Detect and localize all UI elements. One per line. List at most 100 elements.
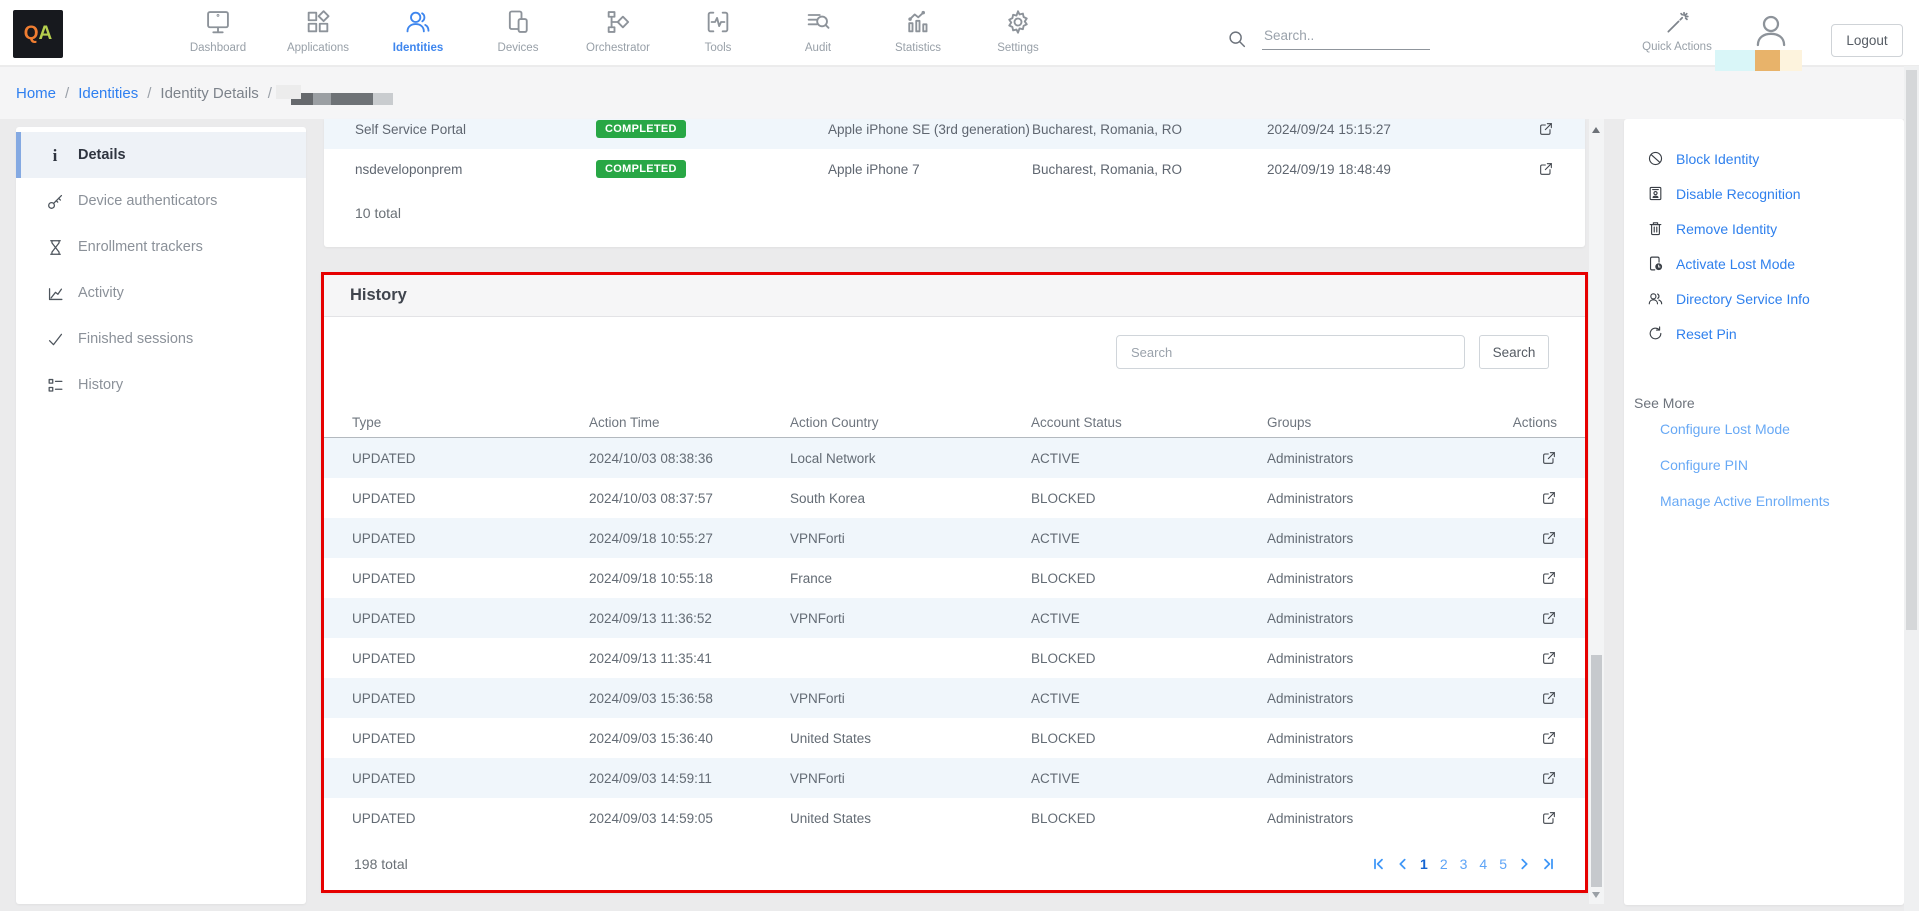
scroll-up-icon[interactable] <box>1592 127 1600 133</box>
open-history-entry-icon[interactable] <box>1541 690 1557 706</box>
session-time: 2024/09/19 18:48:49 <box>1267 162 1514 177</box>
open-history-entry-icon[interactable] <box>1541 650 1557 666</box>
history-row[interactable]: UPDATED 2024/09/03 14:59:11 VPNForti ACT… <box>324 758 1585 798</box>
block-identity-action[interactable]: Block Identity <box>1624 141 1904 176</box>
history-groups: Administrators <box>1267 451 1517 466</box>
configure-lost-mode-link[interactable]: Configure Lost Mode <box>1624 411 1904 447</box>
last-page-icon[interactable] <box>1542 857 1555 871</box>
nav-label: Tools <box>705 42 732 54</box>
action-label: Block Identity <box>1676 151 1759 167</box>
open-history-entry-icon[interactable] <box>1541 730 1557 746</box>
history-groups: Administrators <box>1267 651 1517 666</box>
open-history-entry-icon[interactable] <box>1541 610 1557 626</box>
audit-icon <box>804 8 832 36</box>
nav-item-tools[interactable]: Tools <box>668 8 768 54</box>
history-row[interactable]: UPDATED 2024/09/13 11:35:41 BLOCKED Admi… <box>324 638 1585 678</box>
directory-service-info-action[interactable]: Directory Service Info <box>1624 281 1904 316</box>
remove-identity-action[interactable]: Remove Identity <box>1624 211 1904 246</box>
sidebar-item-device-authenticators[interactable]: Device authenticators <box>16 178 306 224</box>
open-history-entry-icon[interactable] <box>1541 810 1557 826</box>
history-row[interactable]: UPDATED 2024/09/03 14:59:05 United State… <box>324 798 1585 838</box>
logout-button[interactable]: Logout <box>1831 24 1903 57</box>
nav-item-applications[interactable]: Applications <box>268 8 368 54</box>
nav-label: Orchestrator <box>586 42 650 54</box>
nav-item-identities[interactable]: Identities <box>368 8 468 54</box>
history-search-input[interactable] <box>1116 335 1465 369</box>
breadcrumb-identities-link[interactable]: Identities <box>78 85 138 102</box>
history-row[interactable]: UPDATED 2024/09/03 15:36:40 United State… <box>324 718 1585 758</box>
scroll-down-icon[interactable] <box>1592 892 1600 898</box>
open-session-icon[interactable] <box>1538 161 1554 177</box>
scrollbar-thumb[interactable] <box>1591 655 1602 887</box>
global-search-input[interactable] <box>1262 26 1430 50</box>
sidebar-item-enrollment-trackers[interactable]: Enrollment trackers <box>16 224 306 270</box>
sidebar-item-history[interactable]: History <box>16 362 306 408</box>
history-action-time: 2024/09/13 11:35:41 <box>589 651 790 666</box>
nav-item-statistics[interactable]: Statistics <box>868 8 968 54</box>
page-scrollbar[interactable] <box>1904 0 1919 911</box>
sidebar-item-activity[interactable]: Activity <box>16 270 306 316</box>
quick-actions[interactable]: Quick Actions <box>1617 10 1737 53</box>
configure-pin-link[interactable]: Configure PIN <box>1624 447 1904 483</box>
history-account-status: BLOCKED <box>1031 651 1267 666</box>
page-number[interactable]: 1 <box>1420 856 1428 872</box>
open-history-entry-icon[interactable] <box>1541 770 1557 786</box>
sidebar-item-label: Activity <box>78 285 124 301</box>
history-search-button[interactable]: Search <box>1479 335 1549 369</box>
manage-active-enrollments-link[interactable]: Manage Active Enrollments <box>1624 483 1904 519</box>
nav-item-devices[interactable]: Devices <box>468 8 568 54</box>
history-account-status: BLOCKED <box>1031 731 1267 746</box>
devices-icon <box>504 8 532 36</box>
activate-lost-mode-action[interactable]: Activate Lost Mode <box>1624 246 1904 281</box>
session-row[interactable]: nsdeveloponprem COMPLETED Apple iPhone 7… <box>324 149 1585 189</box>
open-history-entry-icon[interactable] <box>1541 450 1557 466</box>
history-groups: Administrators <box>1267 531 1517 546</box>
history-groups: Administrators <box>1267 491 1517 506</box>
nav-item-audit[interactable]: Audit <box>768 8 868 54</box>
page-number[interactable]: 4 <box>1479 856 1487 872</box>
sidebar-item-finished-sessions[interactable]: Finished sessions <box>16 316 306 362</box>
applications-icon <box>304 8 332 36</box>
page-number[interactable]: 2 <box>1440 856 1448 872</box>
page-scrollbar-thumb[interactable] <box>1906 70 1917 630</box>
page-number[interactable]: 3 <box>1460 856 1468 872</box>
user-avatar[interactable] <box>1750 10 1814 52</box>
next-page-icon[interactable] <box>1519 857 1530 871</box>
statistics-icon <box>904 8 932 36</box>
open-history-entry-icon[interactable] <box>1541 570 1557 586</box>
sessions-table: Self Service Portal COMPLETED Apple iPho… <box>324 119 1585 189</box>
breadcrumb-home-link[interactable]: Home <box>16 85 56 102</box>
nav-item-dashboard[interactable]: Dashboard <box>168 8 268 54</box>
history-groups: Administrators <box>1267 771 1517 786</box>
info-icon: i <box>45 147 65 164</box>
history-row[interactable]: UPDATED 2024/10/03 08:38:36 Local Networ… <box>324 438 1585 478</box>
app-logo[interactable]: QA <box>13 10 63 58</box>
sidebar-item-details[interactable]: i Details <box>16 132 306 178</box>
session-row[interactable]: Self Service Portal COMPLETED Apple iPho… <box>324 119 1585 149</box>
history-row[interactable]: UPDATED 2024/10/03 08:37:57 South Korea … <box>324 478 1585 518</box>
first-page-icon[interactable] <box>1372 857 1385 871</box>
see-more-label: See More <box>1624 395 1904 411</box>
reset-pin-action[interactable]: Reset Pin <box>1624 316 1904 351</box>
history-action-time: 2024/09/03 14:59:11 <box>589 771 790 786</box>
open-session-icon[interactable] <box>1538 121 1554 137</box>
history-row[interactable]: UPDATED 2024/09/18 10:55:27 VPNForti ACT… <box>324 518 1585 558</box>
previous-page-icon[interactable] <box>1397 857 1408 871</box>
nav-item-orchestrator[interactable]: Orchestrator <box>568 8 668 54</box>
sidebar-item-label: Device authenticators <box>78 193 217 209</box>
action-label: Activate Lost Mode <box>1676 256 1795 272</box>
history-row[interactable]: UPDATED 2024/09/03 15:36:58 VPNForti ACT… <box>324 678 1585 718</box>
top-bar: QA Dashboard Applications Identities Dev… <box>0 0 1919 66</box>
content-scrollbar[interactable] <box>1589 119 1604 904</box>
nav-label: Statistics <box>895 42 941 54</box>
history-action-time: 2024/09/03 15:36:40 <box>589 731 790 746</box>
history-row[interactable]: UPDATED 2024/09/18 10:55:18 France BLOCK… <box>324 558 1585 598</box>
history-row[interactable]: UPDATED 2024/09/13 11:36:52 VPNForti ACT… <box>324 598 1585 638</box>
session-device: Apple iPhone 7 <box>828 162 1032 177</box>
disable-recognition-action[interactable]: Disable Recognition <box>1624 176 1904 211</box>
open-history-entry-icon[interactable] <box>1541 530 1557 546</box>
history-type: UPDATED <box>352 771 589 786</box>
page-number[interactable]: 5 <box>1499 856 1507 872</box>
nav-item-settings[interactable]: Settings <box>968 8 1068 54</box>
open-history-entry-icon[interactable] <box>1541 490 1557 506</box>
